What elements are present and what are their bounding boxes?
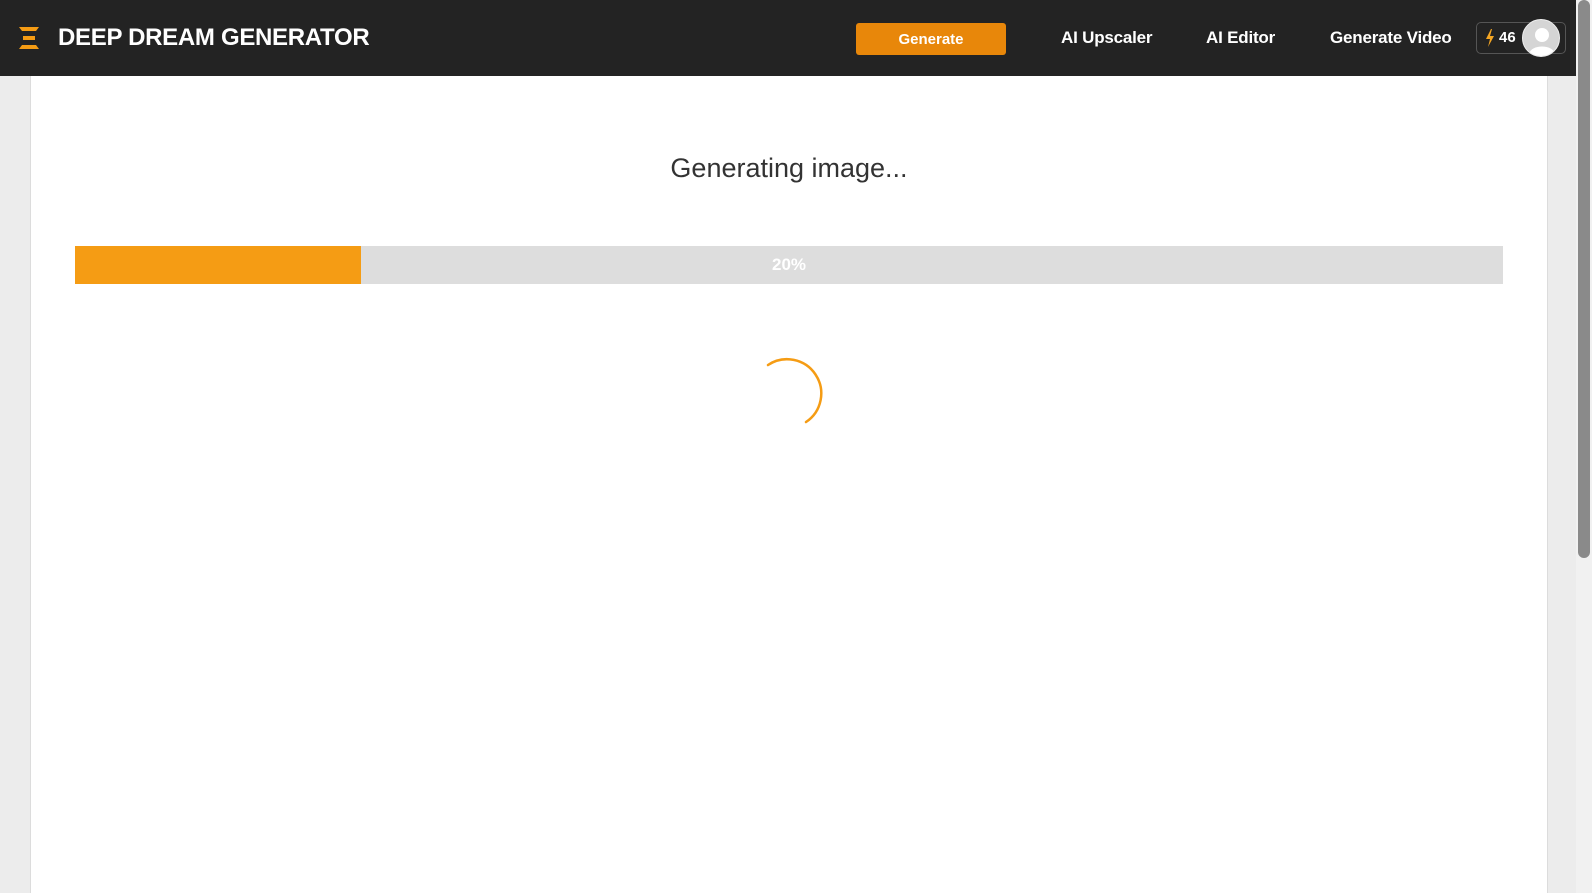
spinner-icon xyxy=(766,358,823,424)
nav-ai-editor[interactable]: AI Editor xyxy=(1206,26,1275,50)
progress-percent-label: 20% xyxy=(771,255,807,274)
avatar[interactable] xyxy=(1522,19,1560,57)
page-gutter-right xyxy=(1547,76,1577,893)
lightning-bolt-icon xyxy=(1486,29,1494,47)
credits-count: 46 xyxy=(1499,29,1516,46)
page-gutter-left xyxy=(0,76,31,893)
progress-bar: 20% xyxy=(75,246,1503,284)
scrollbar-thumb[interactable] xyxy=(1578,0,1590,558)
logo-icon[interactable] xyxy=(19,27,39,49)
generate-button[interactable]: Generate xyxy=(856,23,1006,55)
nav-generate-video[interactable]: Generate Video xyxy=(1330,26,1452,50)
generation-status-text: Generating image... xyxy=(670,153,908,183)
vertical-scrollbar[interactable] xyxy=(1576,0,1592,893)
brand-name[interactable]: DEEP DREAM GENERATOR xyxy=(58,22,370,54)
nav-ai-upscaler[interactable]: AI Upscaler xyxy=(1061,26,1153,50)
main-content-panel xyxy=(31,76,1547,893)
top-navigation-bar: DEEP DREAM GENERATOR Generate AI Upscale… xyxy=(0,0,1576,76)
